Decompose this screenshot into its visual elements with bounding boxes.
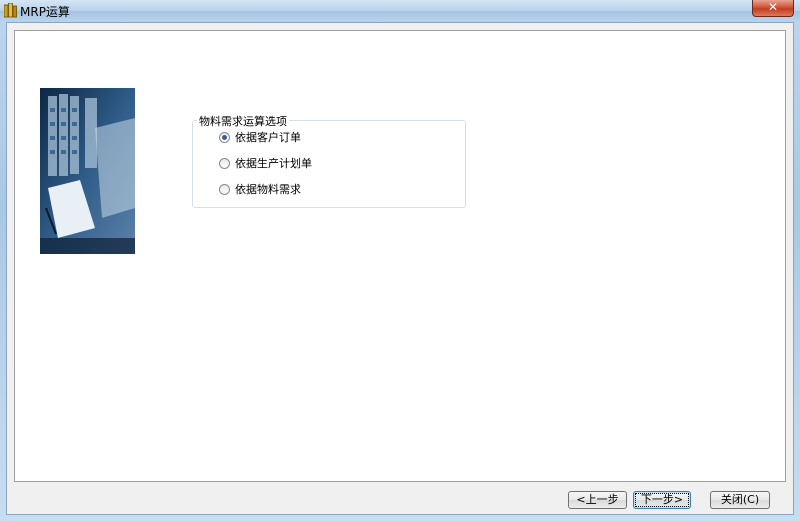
prev-step-label: <上一步 bbox=[576, 493, 619, 506]
window-title: MRP运算 bbox=[20, 5, 70, 19]
close-window-button[interactable]: ✕ bbox=[752, 0, 794, 17]
title-bar[interactable]: MRP运算 ✕ bbox=[0, 0, 800, 22]
radio-label[interactable]: 依据物料需求 bbox=[235, 181, 301, 197]
wizard-side-image bbox=[40, 88, 135, 254]
radio-button-checked-icon[interactable] bbox=[219, 131, 230, 143]
next-step-label: 下一步> bbox=[640, 493, 684, 506]
radio-customer-order[interactable]: 依据客户订单 bbox=[219, 130, 301, 144]
radio-button-icon[interactable] bbox=[219, 183, 230, 195]
mrp-options-groupbox: 物料需求运算选项 依据客户订单 依据生产计划单 依据物料需求 bbox=[192, 113, 466, 208]
radio-material-demand[interactable]: 依据物料需求 bbox=[219, 182, 301, 196]
radio-label[interactable]: 依据客户订单 bbox=[235, 129, 301, 145]
close-button[interactable]: 关闭(C) bbox=[710, 491, 770, 509]
files-illustration bbox=[40, 88, 135, 254]
close-label: 关闭(C) bbox=[720, 493, 760, 506]
wizard-panel: 物料需求运算选项 依据客户订单 依据生产计划单 依据物料需求 bbox=[14, 30, 786, 482]
radio-label[interactable]: 依据生产计划单 bbox=[235, 155, 312, 171]
radio-production-plan[interactable]: 依据生产计划单 bbox=[219, 156, 312, 170]
mrp-window: MRP运算 ✕ 物料需求运算选项 依据客户订单 依据生产计划单 依据物料需求 <… bbox=[0, 0, 800, 521]
close-icon: ✕ bbox=[767, 0, 779, 14]
app-icon bbox=[4, 3, 17, 18]
groupbox-legend: 物料需求运算选项 bbox=[197, 113, 289, 129]
radio-button-icon[interactable] bbox=[219, 157, 230, 169]
client-area: 物料需求运算选项 依据客户订单 依据生产计划单 依据物料需求 <上一步 下一步> bbox=[6, 22, 794, 515]
prev-step-button[interactable]: <上一步 bbox=[568, 491, 627, 509]
next-step-button[interactable]: 下一步> bbox=[633, 491, 691, 509]
